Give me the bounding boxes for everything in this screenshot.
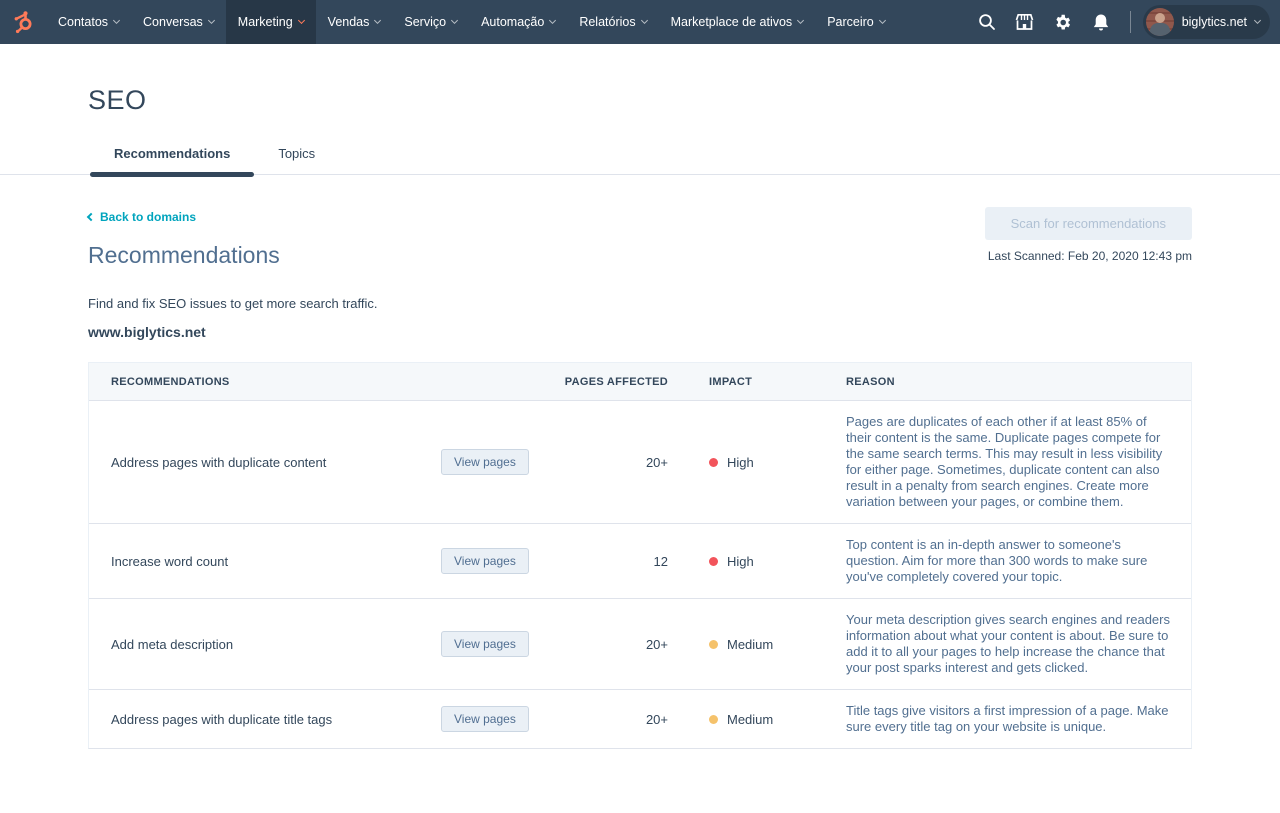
back-to-domains-link[interactable]: Back to domains xyxy=(88,210,196,224)
impact-label: High xyxy=(727,455,754,470)
pages-affected-value: 20+ xyxy=(541,637,681,652)
nav-item-contatos[interactable]: Contatos xyxy=(46,0,131,44)
chevron-down-icon xyxy=(797,17,804,24)
impact-dot xyxy=(709,557,718,566)
chevron-down-icon xyxy=(641,17,648,24)
back-link-label: Back to domains xyxy=(100,210,196,224)
table-header-row: RECOMMENDATIONS PAGES AFFECTED IMPACT RE… xyxy=(89,363,1191,401)
nav-item-label: Marketing xyxy=(238,15,293,29)
account-name: biglytics.net xyxy=(1182,15,1247,29)
nav-item-label: Marketplace de ativos xyxy=(671,15,793,29)
table-row: Add meta description View pages 20+ Medi… xyxy=(89,599,1191,690)
nav-item-label: Contatos xyxy=(58,15,108,29)
search-icon[interactable] xyxy=(970,5,1004,39)
scan-area: Scan for recommendations Last Scanned: F… xyxy=(985,207,1192,263)
navbar-utilities: biglytics.net xyxy=(970,0,1280,44)
chevron-down-icon xyxy=(549,17,556,24)
impact-label: High xyxy=(727,554,754,569)
column-header-reason: REASON xyxy=(831,376,1191,388)
pages-affected-value: 12 xyxy=(541,554,681,569)
nav-item-servico[interactable]: Serviço xyxy=(392,0,469,44)
nav-item-parceiro[interactable]: Parceiro xyxy=(815,0,897,44)
pages-affected-value: 20+ xyxy=(541,455,681,470)
column-header-pages-affected: PAGES AFFECTED xyxy=(541,376,681,388)
view-pages-button[interactable]: View pages xyxy=(441,548,529,574)
column-header-recommendations: RECOMMENDATIONS xyxy=(89,376,441,388)
chevron-down-icon xyxy=(451,17,458,24)
settings-gear-icon[interactable] xyxy=(1046,5,1080,39)
nav-item-label: Automação xyxy=(481,15,544,29)
nav-item-automacao[interactable]: Automação xyxy=(469,0,567,44)
reason-text: Your meta description gives search engin… xyxy=(831,599,1191,689)
chevron-down-icon xyxy=(879,17,886,24)
reason-text: Top content is an in-depth answer to som… xyxy=(831,524,1191,598)
table-row: Address pages with duplicate content Vie… xyxy=(89,401,1191,524)
recommendation-name: Address pages with duplicate title tags xyxy=(89,712,441,727)
impact-dot xyxy=(709,715,718,724)
last-scanned-timestamp: Last Scanned: Feb 20, 2020 12:43 pm xyxy=(985,249,1192,263)
section-title: Recommendations xyxy=(88,242,378,269)
main-menu: Contatos Conversas Marketing Vendas Serv… xyxy=(46,0,897,44)
impact-dot xyxy=(709,640,718,649)
nav-item-label: Relatórios xyxy=(579,15,635,29)
nav-item-label: Conversas xyxy=(143,15,203,29)
nav-item-marketplace[interactable]: Marketplace de ativos xyxy=(659,0,816,44)
scan-for-recommendations-button[interactable]: Scan for recommendations xyxy=(985,207,1192,240)
impact-dot xyxy=(709,458,718,467)
view-pages-button[interactable]: View pages xyxy=(441,449,529,475)
chevron-down-icon xyxy=(374,17,381,24)
pages-affected-value: 20+ xyxy=(541,712,681,727)
nav-item-marketing[interactable]: Marketing xyxy=(226,0,316,44)
page-title: SEO xyxy=(88,85,1192,116)
table-row: Increase word count View pages 12 High T… xyxy=(89,524,1191,599)
view-pages-button[interactable]: View pages xyxy=(441,631,529,657)
chevron-down-icon xyxy=(298,17,305,24)
reason-text: Title tags give visitors a first impress… xyxy=(831,690,1191,748)
impact-label: Medium xyxy=(727,712,773,727)
nav-item-label: Vendas xyxy=(328,15,370,29)
nav-item-label: Parceiro xyxy=(827,15,874,29)
nav-item-vendas[interactable]: Vendas xyxy=(316,0,393,44)
marketplace-icon[interactable] xyxy=(1008,5,1042,39)
hubspot-logo-icon[interactable] xyxy=(0,0,46,44)
impact-label: Medium xyxy=(727,637,773,652)
column-header-impact: IMPACT xyxy=(681,376,831,388)
recommendation-name: Increase word count xyxy=(89,554,441,569)
tab-recommendations[interactable]: Recommendations xyxy=(90,138,254,174)
account-menu[interactable]: biglytics.net xyxy=(1143,5,1270,39)
tab-topics[interactable]: Topics xyxy=(254,138,339,174)
tab-bar: Recommendations Topics xyxy=(0,138,1280,175)
chevron-left-icon xyxy=(87,213,95,221)
table-row: Address pages with duplicate title tags … xyxy=(89,690,1191,748)
recommendation-name: Add meta description xyxy=(89,637,441,652)
top-navbar: Contatos Conversas Marketing Vendas Serv… xyxy=(0,0,1280,44)
section-subtitle: Find and fix SEO issues to get more sear… xyxy=(88,296,378,311)
chevron-down-icon xyxy=(113,17,120,24)
nav-item-label: Serviço xyxy=(404,15,446,29)
nav-item-relatorios[interactable]: Relatórios xyxy=(567,0,658,44)
recommendations-table: RECOMMENDATIONS PAGES AFFECTED IMPACT RE… xyxy=(88,362,1192,749)
chevron-down-icon xyxy=(208,17,215,24)
recommendation-name: Address pages with duplicate content xyxy=(89,455,441,470)
notifications-bell-icon[interactable] xyxy=(1084,5,1118,39)
chevron-down-icon xyxy=(1254,17,1261,24)
nav-item-conversas[interactable]: Conversas xyxy=(131,0,226,44)
view-pages-button[interactable]: View pages xyxy=(441,706,529,732)
user-avatar xyxy=(1146,8,1174,36)
reason-text: Pages are duplicates of each other if at… xyxy=(831,401,1191,523)
navbar-divider xyxy=(1130,11,1131,33)
scanned-domain: www.biglytics.net xyxy=(88,324,378,340)
content-left: Back to domains Recommendations Find and… xyxy=(88,207,378,340)
